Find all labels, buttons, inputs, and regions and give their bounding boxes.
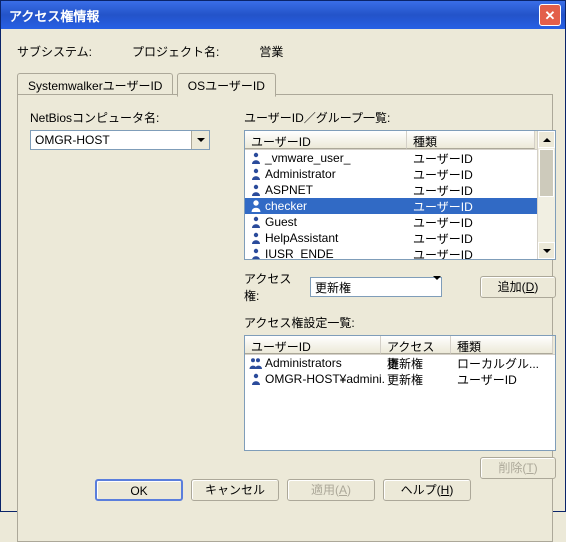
person-icon — [249, 373, 263, 385]
tab-os-user-id[interactable]: OSユーザーID — [177, 73, 276, 97]
tab-panel-os: NetBiosコンピュータ名: OMGR-HOST ユーザーID／グループ一覧:… — [17, 94, 553, 542]
tab-systemwalker-user-id[interactable]: SystemwalkerユーザーID — [17, 73, 173, 96]
cell-user-id: Administrators — [263, 356, 385, 370]
cancel-button[interactable]: キャンセル — [191, 479, 279, 501]
cell-user-id: OMGR-HOST¥admini... — [263, 372, 385, 386]
cell-user-id: _vmware_user_ — [263, 151, 411, 165]
dialog-window: アクセス権情報 ✕ サブシステム: プロジェクト名: 営業 Systemwalk… — [0, 0, 566, 512]
settings-list-label: アクセス権設定一覧: — [244, 314, 556, 331]
netbios-label: NetBiosコンピュータ名: — [30, 109, 220, 126]
cell-user-id: Administrator — [263, 167, 411, 181]
project-value: 営業 — [259, 43, 283, 60]
col2-access[interactable]: アクセス権 — [381, 336, 451, 354]
table-row[interactable]: _vmware_user_ユーザーID — [245, 150, 555, 166]
cell-type: ユーザーID — [411, 182, 533, 199]
cell-access: 更新権 — [385, 371, 455, 388]
subsystem-label: サブシステム: — [17, 43, 92, 60]
dialog-buttons: OK キャンセル 適用(A) ヘルプ(H) — [1, 479, 565, 501]
chevron-down-icon — [191, 131, 209, 149]
access-right-combo[interactable]: 更新権 — [310, 277, 442, 297]
person-icon — [249, 152, 263, 164]
settings-header: ユーザーID アクセス権 種類 — [245, 336, 555, 355]
client-area: サブシステム: プロジェクト名: 営業 SystemwalkerユーザーID O… — [1, 29, 565, 542]
cell-type: ユーザーID — [411, 198, 533, 215]
cell-type: ローカルグル... — [455, 355, 553, 372]
title-bar: アクセス権情報 ✕ — [1, 1, 565, 29]
person-icon — [249, 200, 263, 212]
person-icon — [249, 168, 263, 180]
tab-strip: SystemwalkerユーザーID OSユーザーID — [17, 72, 553, 94]
table-row[interactable]: AdministratorユーザーID — [245, 166, 555, 182]
table-row[interactable]: HelpAssistantユーザーID — [245, 230, 555, 246]
cell-type: ユーザーID — [411, 246, 533, 261]
chevron-down-icon — [433, 280, 441, 294]
person-icon — [249, 184, 263, 196]
col-user-id[interactable]: ユーザーID — [245, 131, 407, 149]
table-row[interactable]: ASPNETユーザーID — [245, 182, 555, 198]
cell-type: ユーザーID — [411, 230, 533, 247]
group-icon — [249, 357, 263, 369]
cell-type: ユーザーID — [411, 214, 533, 231]
ok-button[interactable]: OK — [95, 479, 183, 501]
person-icon — [249, 232, 263, 244]
scroll-down-icon[interactable] — [538, 242, 555, 259]
window-title: アクセス権情報 — [9, 6, 539, 25]
users-listview[interactable]: ユーザーID 種類 _vmware_user_ユーザーIDAdministrat… — [244, 130, 556, 260]
delete-button[interactable]: 削除(T) — [480, 457, 556, 479]
cell-type: ユーザーID — [411, 166, 533, 183]
add-button[interactable]: 追加(D) — [480, 276, 556, 298]
cell-user-id: IUSR_ENDE — [263, 247, 411, 260]
apply-button[interactable]: 適用(A) — [287, 479, 375, 501]
table-row[interactable]: OMGR-HOST¥admini...更新権ユーザーID — [245, 371, 555, 387]
help-button[interactable]: ヘルプ(H) — [383, 479, 471, 501]
users-list-label: ユーザーID／グループ一覧: — [244, 109, 556, 126]
col-type[interactable]: 種類 — [407, 131, 535, 149]
cell-user-id: checker — [263, 199, 411, 213]
col2-user-id[interactable]: ユーザーID — [245, 336, 381, 354]
close-button[interactable]: ✕ — [539, 4, 561, 26]
close-icon: ✕ — [545, 9, 556, 22]
person-icon — [249, 216, 263, 228]
access-right-label: アクセス権: — [244, 270, 302, 304]
cell-user-id: Guest — [263, 215, 411, 229]
netbios-combo[interactable]: OMGR-HOST — [30, 130, 210, 150]
cell-access: 更新権 — [385, 355, 455, 372]
cell-user-id: ASPNET — [263, 183, 411, 197]
scrollbar[interactable] — [537, 131, 555, 259]
top-info-row: サブシステム: プロジェクト名: 営業 — [17, 43, 553, 60]
col2-type[interactable]: 種類 — [451, 336, 553, 354]
netbios-value: OMGR-HOST — [35, 133, 110, 147]
access-right-value: 更新権 — [315, 279, 351, 296]
scroll-thumb[interactable] — [539, 149, 554, 197]
person-icon — [249, 248, 263, 260]
project-label: プロジェクト名: — [132, 43, 219, 60]
table-row[interactable]: Administrators更新権ローカルグル... — [245, 355, 555, 371]
scroll-up-icon[interactable] — [538, 131, 555, 148]
table-row[interactable]: checkerユーザーID — [245, 198, 555, 214]
users-header: ユーザーID 種類 — [245, 131, 555, 150]
cell-type: ユーザーID — [455, 371, 553, 388]
table-row[interactable]: GuestユーザーID — [245, 214, 555, 230]
table-row[interactable]: IUSR_ENDEユーザーID — [245, 246, 555, 260]
cell-type: ユーザーID — [411, 150, 533, 167]
settings-listview[interactable]: ユーザーID アクセス権 種類 Administrators更新権ローカルグル.… — [244, 335, 556, 451]
cell-user-id: HelpAssistant — [263, 231, 411, 245]
